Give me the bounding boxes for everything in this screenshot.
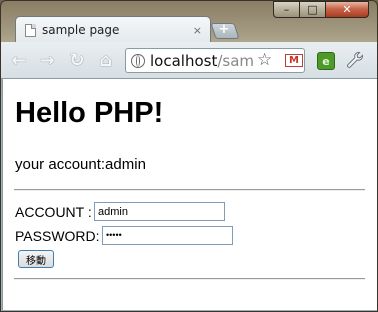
maximize-button[interactable]: □ <box>299 1 325 18</box>
tab-title: sample page <box>42 23 120 37</box>
reload-icon[interactable]: ↻ <box>67 50 87 71</box>
tab-close-icon[interactable]: × <box>193 24 202 37</box>
account-label: ACCOUNT : <box>15 204 92 220</box>
url-path: /sam <box>217 51 255 70</box>
window-controls: – □ ✕ <box>273 1 369 19</box>
divider-bottom <box>14 278 365 280</box>
evernote-icon[interactable]: e <box>317 52 335 70</box>
url-host: localhost <box>150 51 218 70</box>
account-info: your account:admin <box>15 156 146 173</box>
wrench-icon-graphic <box>347 51 363 68</box>
plus-icon: + <box>218 22 230 37</box>
toolbar: ← → ↻ ⌂ localhost /sam ☆ M e <box>1 42 377 79</box>
account-input[interactable] <box>94 202 225 221</box>
password-input[interactable]: ••••• <box>102 226 233 245</box>
new-tab-button[interactable]: + <box>210 22 240 39</box>
divider-top <box>14 189 365 191</box>
home-icon[interactable]: ⌂ <box>96 50 116 71</box>
wrench-icon[interactable] <box>344 49 366 71</box>
close-window-button[interactable]: ✕ <box>325 1 369 18</box>
back-arrow-icon[interactable]: ← <box>9 50 29 71</box>
address-bar[interactable]: localhost /sam <box>125 48 305 73</box>
minimize-button[interactable]: – <box>273 1 299 18</box>
move-button[interactable]: 移動 <box>18 250 54 268</box>
page-icon <box>25 23 36 37</box>
forward-arrow-icon[interactable]: → <box>37 50 57 71</box>
gmail-icon[interactable]: M <box>285 54 303 67</box>
page-content: Hello PHP! your account:admin ACCOUNT : … <box>2 79 377 310</box>
globe-icon <box>131 53 145 68</box>
tab-sample-page[interactable]: sample page × <box>15 16 211 43</box>
browser-window: – □ ✕ sample page × + ← → ↻ ⌂ localhost … <box>0 0 378 312</box>
page-title: Hello PHP! <box>15 97 164 129</box>
password-label: PASSWORD: <box>15 228 100 244</box>
bookmark-star-icon[interactable]: ☆ <box>256 52 273 69</box>
